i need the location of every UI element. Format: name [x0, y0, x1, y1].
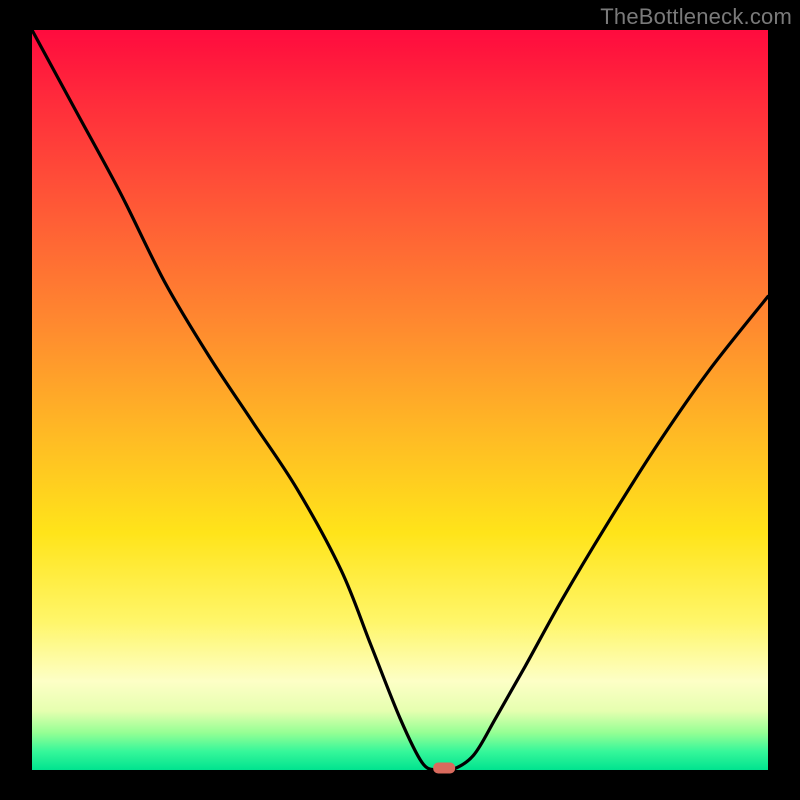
bottleneck-curve: [32, 30, 768, 770]
chart-frame: TheBottleneck.com: [0, 0, 800, 800]
plot-area: [32, 30, 768, 770]
watermark-text: TheBottleneck.com: [600, 4, 792, 30]
min-marker: [433, 763, 455, 774]
curve-path: [32, 30, 768, 771]
